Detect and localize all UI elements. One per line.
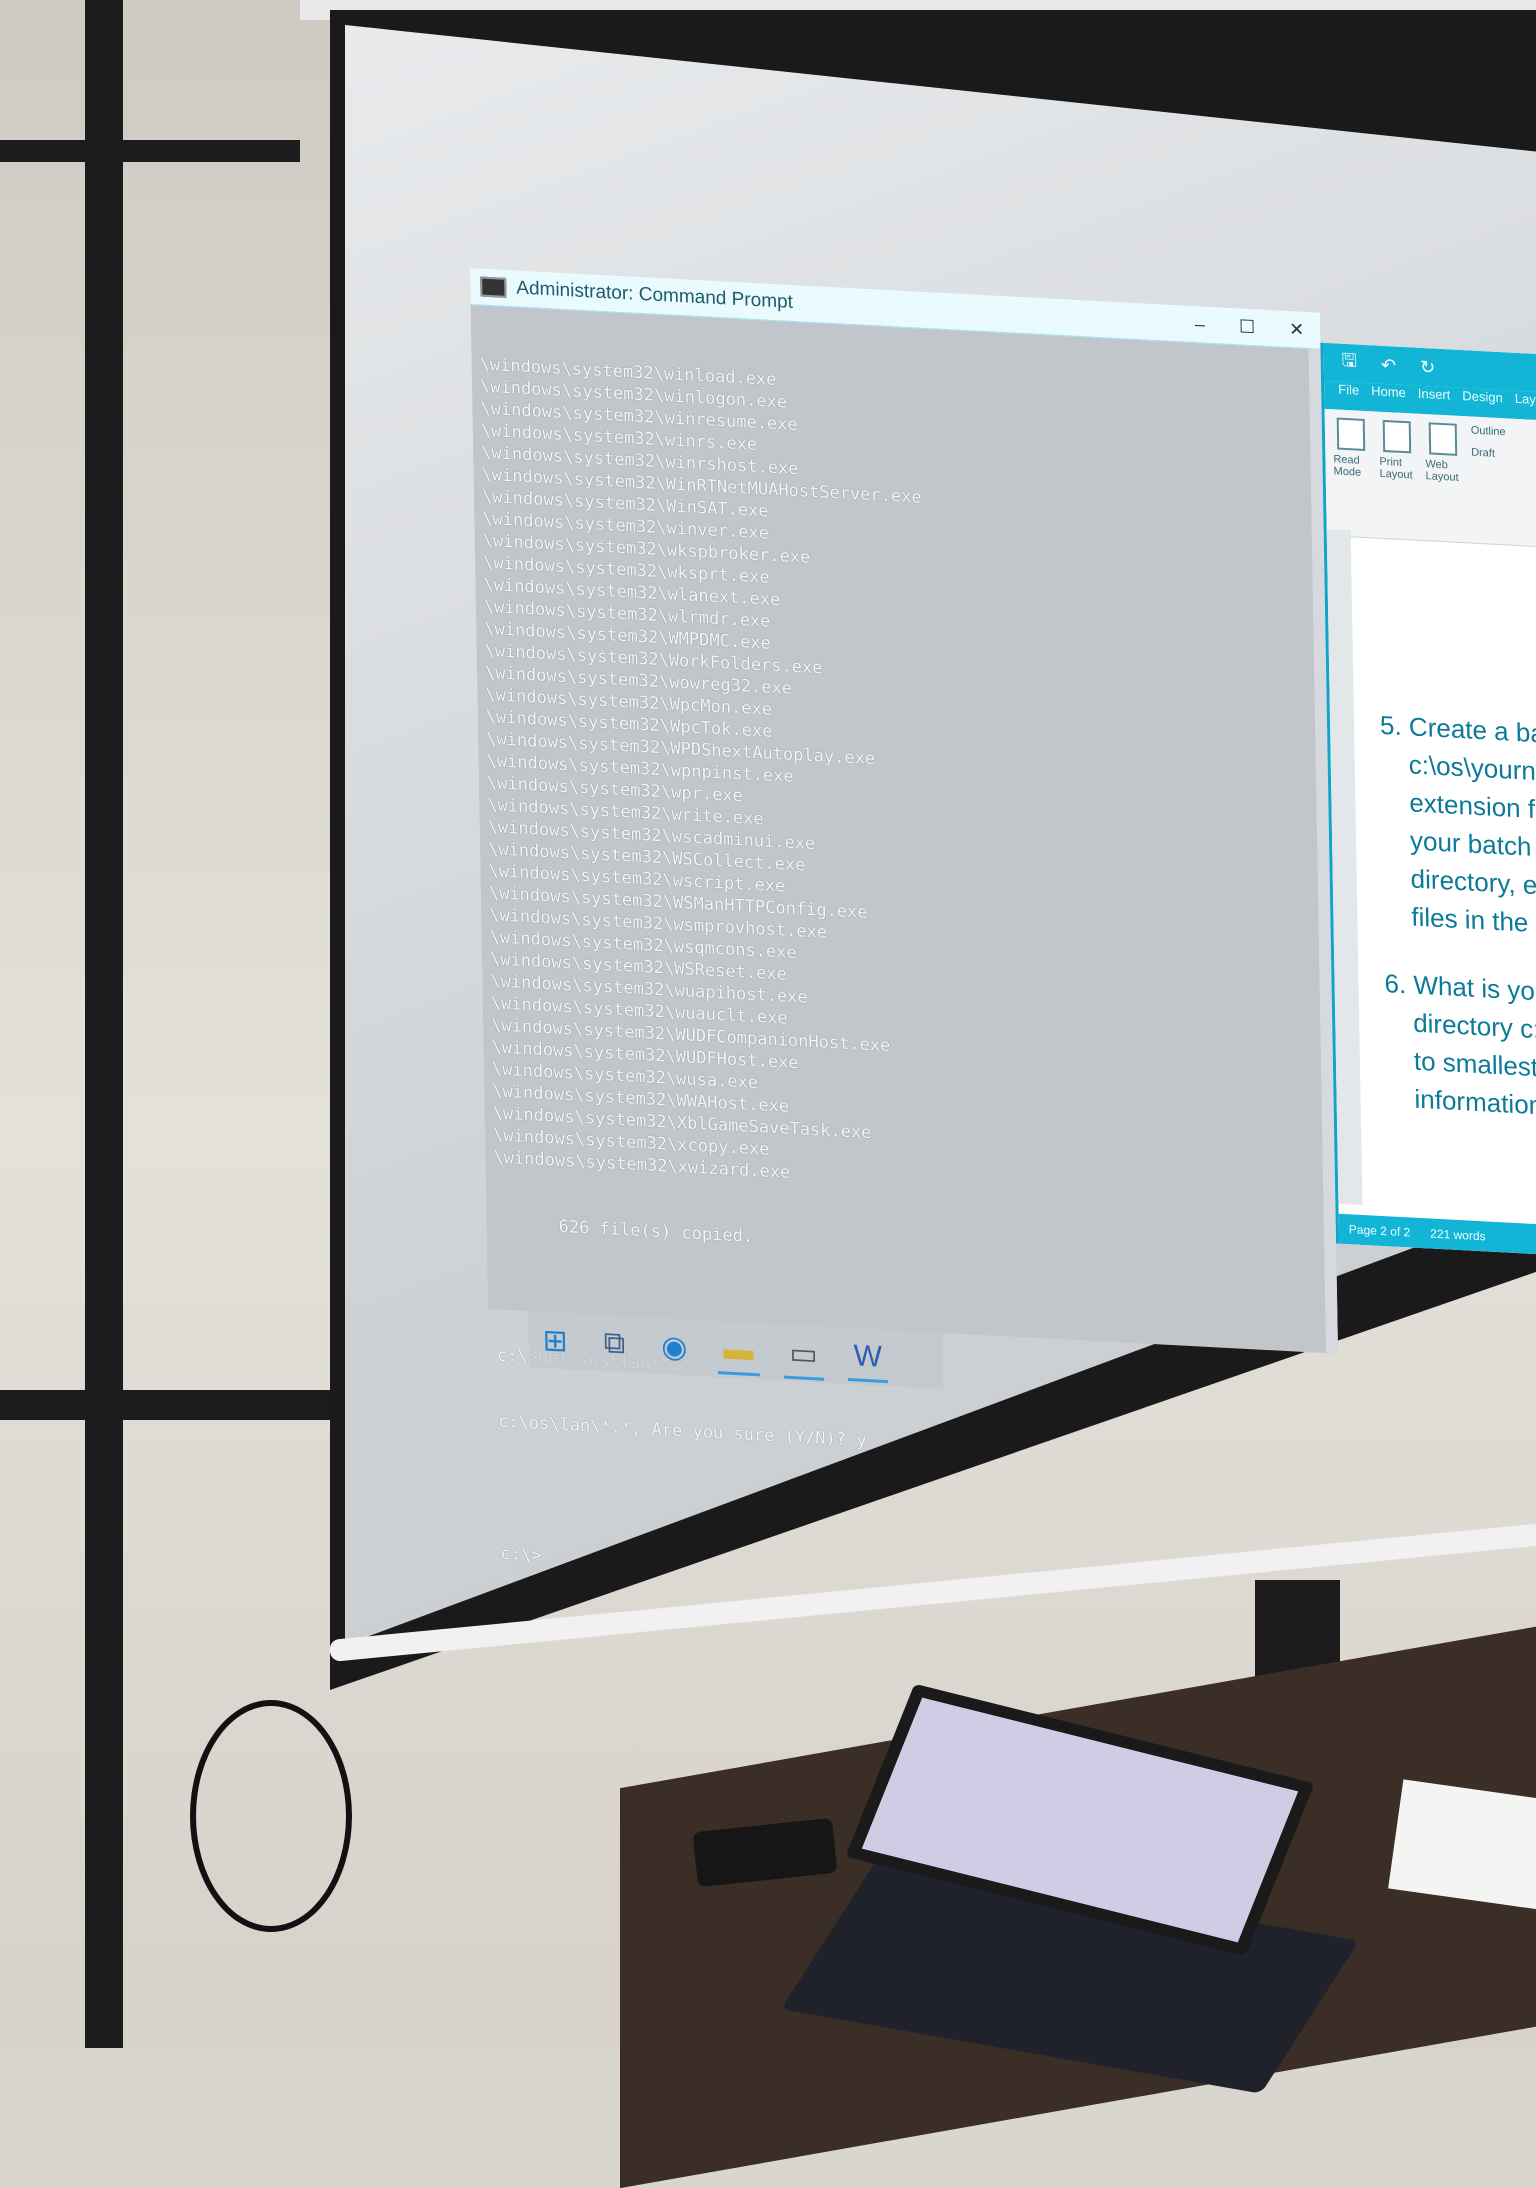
command-prompt[interactable]: c:\>_ bbox=[500, 1543, 1334, 1609]
outline-option[interactable]: Outline bbox=[1471, 425, 1506, 439]
hanging-cable bbox=[190, 1700, 352, 1932]
status-bar: Page 2 of 2 221 words bbox=[1338, 1213, 1536, 1256]
draft-option[interactable]: Draft bbox=[1471, 447, 1506, 461]
delete-confirmation: c:\os\lan\*.*, Are you sure (Y/N)? y bbox=[497, 1411, 867, 1451]
minimize-button[interactable]: – bbox=[1195, 314, 1205, 336]
file-explorer-icon[interactable]: ▬ bbox=[723, 1332, 754, 1368]
word-icon[interactable]: W bbox=[853, 1339, 882, 1375]
question-line: files in the dir bbox=[1411, 901, 1536, 939]
window-frame-left bbox=[85, 0, 123, 2048]
command-prompt-title: Administrator: Command Prompt bbox=[516, 277, 794, 313]
print-layout-label: Print Layout bbox=[1379, 455, 1413, 482]
console-output[interactable]: \windows\system32\winload.exe \windows\sy… bbox=[471, 305, 1344, 1657]
question-line: information? bbox=[1414, 1083, 1536, 1122]
window-frame-left-inner bbox=[0, 140, 300, 162]
print-layout-icon bbox=[1382, 419, 1412, 454]
document-page[interactable]: 5. Create a batch c:\os\yournar extension … bbox=[1356, 544, 1536, 1216]
window-controls: – ☐ ✕ bbox=[1195, 314, 1321, 342]
question-5: 5. Create a batch c:\os\yournar extension … bbox=[1380, 706, 1536, 944]
ribbon-views-group: Read Mode Print Layout Web Layout Outlin… bbox=[1324, 408, 1536, 549]
photos-icon[interactable]: ▭ bbox=[789, 1335, 818, 1372]
close-button[interactable]: ✕ bbox=[1289, 318, 1304, 340]
windows-start-icon[interactable]: ⊞ bbox=[542, 1322, 568, 1358]
task-view-icon[interactable]: ⧉ bbox=[603, 1326, 625, 1361]
print-layout-button[interactable]: Print Layout bbox=[1379, 419, 1417, 532]
command-prompt-window[interactable]: Administrator: Command Prompt – ☐ ✕ \win… bbox=[470, 268, 1339, 1566]
tab-design[interactable]: Design bbox=[1462, 388, 1503, 418]
redo-icon[interactable]: ↻ bbox=[1420, 356, 1435, 378]
web-layout-icon bbox=[1428, 422, 1458, 456]
paper-sheet bbox=[1388, 1779, 1536, 1911]
window-frame-crossbar bbox=[0, 1390, 370, 1420]
tab-layout[interactable]: Lay bbox=[1515, 391, 1536, 420]
undo-icon[interactable]: ↶ bbox=[1381, 354, 1396, 376]
read-mode-label: Read Mode bbox=[1333, 453, 1362, 479]
copy-summary: 626 file(s) copied. bbox=[558, 1216, 754, 1248]
read-mode-icon bbox=[1336, 417, 1366, 451]
maximize-button[interactable]: ☐ bbox=[1239, 316, 1256, 338]
tab-file[interactable]: File bbox=[1338, 382, 1359, 411]
word-window[interactable]: 🖫 ↶ ↻ File Home Insert Design Lay Read M… bbox=[1320, 342, 1536, 1256]
web-layout-label: Web Layout bbox=[1425, 458, 1459, 484]
web-layout-button[interactable]: Web Layout bbox=[1425, 422, 1463, 534]
save-icon[interactable]: 🖫 bbox=[1341, 348, 1357, 379]
projected-desktop: Administrator: Command Prompt – ☐ ✕ \win… bbox=[470, 268, 1536, 1566]
edge-icon[interactable]: ◉ bbox=[661, 1329, 688, 1365]
file-list: \windows\system32\winload.exe \windows\sy… bbox=[479, 354, 1327, 1213]
tab-insert[interactable]: Insert bbox=[1418, 386, 1451, 416]
word-count: 221 words bbox=[1430, 1226, 1486, 1244]
page-count: Page 2 of 2 bbox=[1348, 1222, 1411, 1240]
tab-home[interactable]: Home bbox=[1371, 383, 1406, 413]
console-icon bbox=[480, 276, 507, 298]
read-mode-button[interactable]: Read Mode bbox=[1333, 417, 1371, 529]
view-options: Outline Draft bbox=[1471, 425, 1508, 537]
question-6: 6. What is your directory c:\v to smallest… bbox=[1384, 964, 1536, 1126]
